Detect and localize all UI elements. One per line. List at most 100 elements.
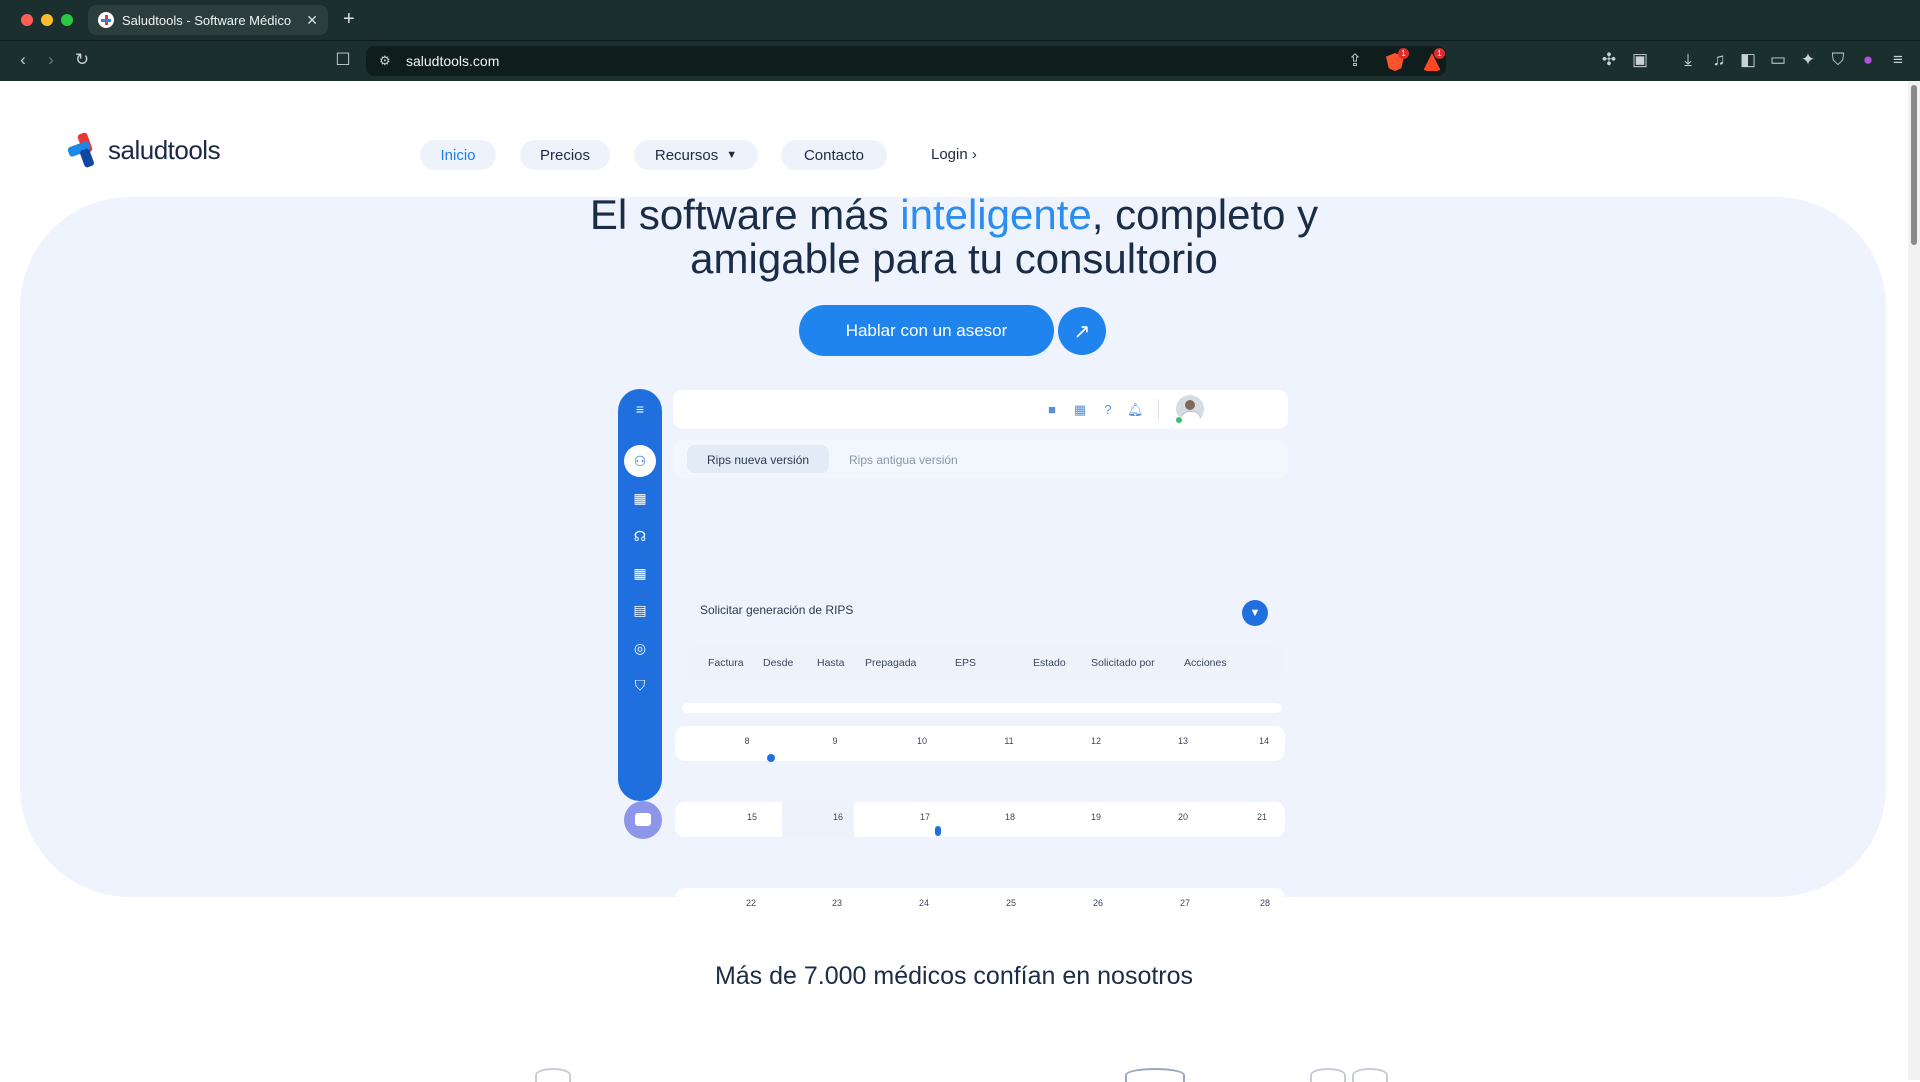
hero-title-accent: inteligente <box>900 191 1092 238</box>
col-desde: Desde <box>763 657 794 669</box>
topbar-divider <box>1158 399 1159 419</box>
hero-title-part2: , completo y <box>1091 191 1319 238</box>
url-text[interactable]: saludtools.com <box>406 53 499 69</box>
help-icon: ? <box>1104 402 1112 417</box>
mockup-sidebar: ≡ ⚇ ▦ ☊ ▦ ▤ ◎ ⛉ <box>618 389 662 801</box>
calendar-day: 11 <box>1004 736 1014 746</box>
table-divider <box>682 703 1282 713</box>
forward-icon[interactable]: › <box>40 49 62 71</box>
calendar-week-row: 22 23 24 25 26 27 28 <box>675 888 1285 923</box>
downloads-icon[interactable]: ⤓ <box>1677 49 1699 71</box>
calendar-week-row: 15 16 17 18 19 20 21 <box>675 802 1285 837</box>
calendar-day: 20 <box>1177 812 1188 822</box>
browser-tab-active[interactable]: Saludtools - Software Médico ✕ <box>88 5 328 35</box>
security-shield-icon: ⛉ <box>634 677 646 693</box>
calendar-day: 18 <box>1004 812 1015 822</box>
arrow-up-right-icon[interactable]: ↗ <box>1058 307 1106 355</box>
calendar-day: 8 <box>744 736 750 746</box>
wallet-icon[interactable]: ▭ <box>1767 49 1789 71</box>
rips-tabs: Rips nueva versión Rips antigua versión <box>673 440 1288 478</box>
tab-rips-new: Rips nueva versión <box>707 453 810 467</box>
browser-titlebar: Saludtools - Software Médico ✕ + <box>0 0 1920 40</box>
calendar-day: 25 <box>1005 898 1016 908</box>
calendar-day: 27 <box>1179 898 1190 908</box>
calendar-day: 23 <box>831 898 842 908</box>
col-factura: Factura <box>708 657 744 669</box>
nav-precios[interactable]: Precios <box>520 140 610 170</box>
minimize-window-button[interactable] <box>41 14 53 26</box>
col-eps: EPS <box>955 657 977 669</box>
patients-icon: ⚇ <box>624 445 656 477</box>
event-marker <box>767 754 775 762</box>
back-icon[interactable]: ‹ <box>12 49 34 71</box>
maximize-window-button[interactable] <box>61 14 73 26</box>
hero-section <box>20 197 1886 897</box>
col-acciones: Acciones <box>1184 657 1227 669</box>
tab-rips-old: Rips antigua versión <box>849 453 958 467</box>
event-marker <box>935 826 941 836</box>
shields-count-badge: 1 <box>1398 48 1409 59</box>
billing-icon: ▤ <box>633 602 647 618</box>
profile-icon[interactable]: ● <box>1857 49 1879 71</box>
saludtools-favicon-icon <box>98 12 114 28</box>
scrollbar-thumb[interactable] <box>1911 85 1917 245</box>
schedule-icon: ▦ <box>633 565 647 581</box>
leo-ai-icon[interactable]: ✦ <box>1797 49 1819 71</box>
share-icon[interactable]: ⇪ <box>1344 50 1366 72</box>
mockup-topbar: ■ ▦ ? 🔔︎ <box>673 390 1288 429</box>
talk-to-advisor-button[interactable]: Hablar con un asesor <box>799 305 1054 356</box>
col-solicitado-por: Solicitado por <box>1091 657 1155 669</box>
nav-contacto[interactable]: Contacto <box>781 140 887 170</box>
filter-icon: ▼ <box>1242 600 1268 626</box>
col-prepagada: Prepagada <box>865 657 917 669</box>
bookmark-icon[interactable]: ☐ <box>332 49 354 71</box>
tab-close-icon[interactable]: ✕ <box>306 12 318 29</box>
page-scrollbar[interactable] <box>1908 81 1920 1080</box>
calendar-day: 28 <box>1259 898 1270 908</box>
calendar-week-row: 8 9 10 11 12 13 14 <box>675 726 1285 762</box>
calendar-day: 13 <box>1177 736 1188 746</box>
rips-table-header: Factura Desde Hasta Prepagada EPS Estado… <box>688 645 1283 680</box>
sidebar-icon[interactable]: ◧ <box>1737 49 1759 71</box>
address-bar[interactable]: ⚙ saludtools.com ⇪ 1 1 <box>366 46 1446 76</box>
saludtools-logo[interactable]: saludtools <box>66 131 221 169</box>
browser-toolbar: ‹ › ↻ ☐ ⚙ saludtools.com ⇪ 1 1 ✣ ▣ ⤓ ♫ ◧… <box>0 40 1920 81</box>
site-settings-icon[interactable]: ⚙ <box>379 53 391 69</box>
screenshot-icon[interactable]: ▣ <box>1629 49 1651 71</box>
nav-login[interactable]: Login › <box>931 146 977 163</box>
calendar-day: 17 <box>919 812 930 822</box>
support-icon: ☊ <box>633 528 647 544</box>
vpn-icon[interactable]: ⛉ <box>1827 49 1849 71</box>
menu-icon[interactable]: ≡ <box>1887 49 1909 71</box>
calendar-day: 12 <box>1090 736 1101 746</box>
calendar-day: 22 <box>745 898 756 908</box>
nav-inicio[interactable]: Inicio <box>420 140 496 170</box>
hero-title-part1: El software más <box>589 191 901 238</box>
col-estado: Estado <box>1033 657 1066 669</box>
calendar-day: 24 <box>918 898 929 908</box>
hero-title-line2: amigable para tu consultorio <box>690 235 1218 282</box>
online-status-dot <box>1175 416 1183 424</box>
calendar-day: 9 <box>832 736 838 746</box>
menu-icon: ≡ <box>635 401 645 417</box>
hero-title: El software más inteligente, completo y … <box>0 193 1908 281</box>
calendar-day: 16 <box>832 812 843 822</box>
new-tab-button[interactable]: + <box>343 8 355 30</box>
reload-icon[interactable]: ↻ <box>71 49 93 71</box>
tab-title: Saludtools - Software Médico <box>122 12 292 28</box>
nav-recursos-label: Recursos <box>654 146 719 164</box>
nav-recursos[interactable]: Recursos ▼ <box>634 140 758 170</box>
chevron-down-icon: ▼ <box>726 149 738 161</box>
extensions-icon[interactable]: ✣ <box>1598 49 1620 71</box>
rewards-count-badge: 1 <box>1434 48 1445 59</box>
calendar-day: 21 <box>1256 812 1267 822</box>
video-icon: ■ <box>1048 402 1056 417</box>
request-rips-title: Solicitar generación de RIPS <box>700 603 854 617</box>
calendar-day: 26 <box>1092 898 1103 908</box>
calendar-day: 10 <box>916 736 927 746</box>
saludtools-cross-icon <box>66 131 102 169</box>
target-icon: ◎ <box>633 640 647 656</box>
media-icon[interactable]: ♫ <box>1708 49 1730 71</box>
close-window-button[interactable] <box>21 14 33 26</box>
col-hasta: Hasta <box>817 657 845 669</box>
